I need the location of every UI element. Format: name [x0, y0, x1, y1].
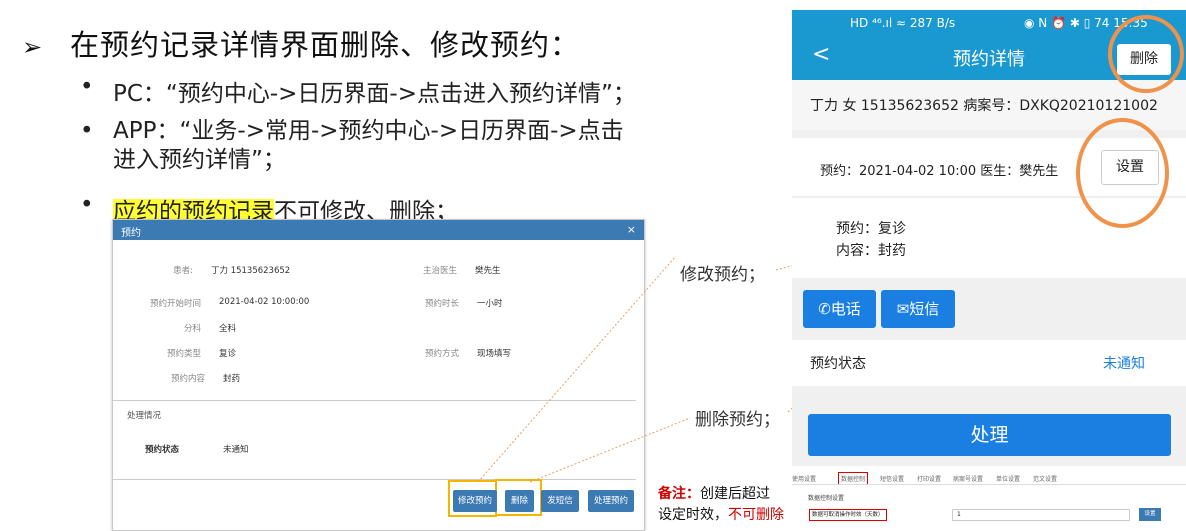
sms-button[interactable]: ✉短信: [881, 290, 955, 328]
patient-line: 丁力 女 15135623652 病案号：DXKQ20210121002: [810, 98, 1158, 114]
phone-icon: ✆: [818, 300, 831, 318]
note-label: 备注：: [658, 486, 700, 502]
mobile-status-label: 预约状态: [810, 356, 866, 372]
appointment-line: 预约：2021-04-02 10:00 医生：樊先生: [820, 164, 1059, 179]
annotation-delete: 删除预约；: [695, 410, 780, 430]
settings-snippet: 使用设置 数据控制 短信设置 打印设置 病案号设置 单位设置 范文设置 数据控制…: [792, 466, 1186, 531]
note: 备注：创建后超过 设定时效，不可删除: [658, 486, 784, 523]
visit-type: 预约：复诊: [836, 221, 906, 237]
status-row: 预约状态 未通知: [792, 340, 1186, 386]
circle-mark-settings: [1076, 118, 1169, 228]
handle-button[interactable]: 处理: [808, 414, 1171, 456]
settings-field-label: 数据可取消操作时效（天数）: [809, 509, 887, 521]
settings-save-button[interactable]: 设置: [1139, 508, 1161, 521]
mobile-status-value: 未通知: [1103, 356, 1145, 372]
status-bar-left: HD ⁴⁶.ıl ≈ 287 B/s: [850, 16, 956, 30]
settings-field-input[interactable]: 1: [952, 509, 1130, 521]
call-button[interactable]: ✆电话: [803, 290, 876, 328]
visit-content: 内容：封药: [836, 243, 906, 259]
annotation-modify: 修改预约；: [680, 265, 765, 285]
mail-icon: ✉: [896, 300, 910, 318]
circle-mark-delete: [1108, 15, 1184, 93]
settings-section: 数据控制设置: [808, 495, 845, 502]
